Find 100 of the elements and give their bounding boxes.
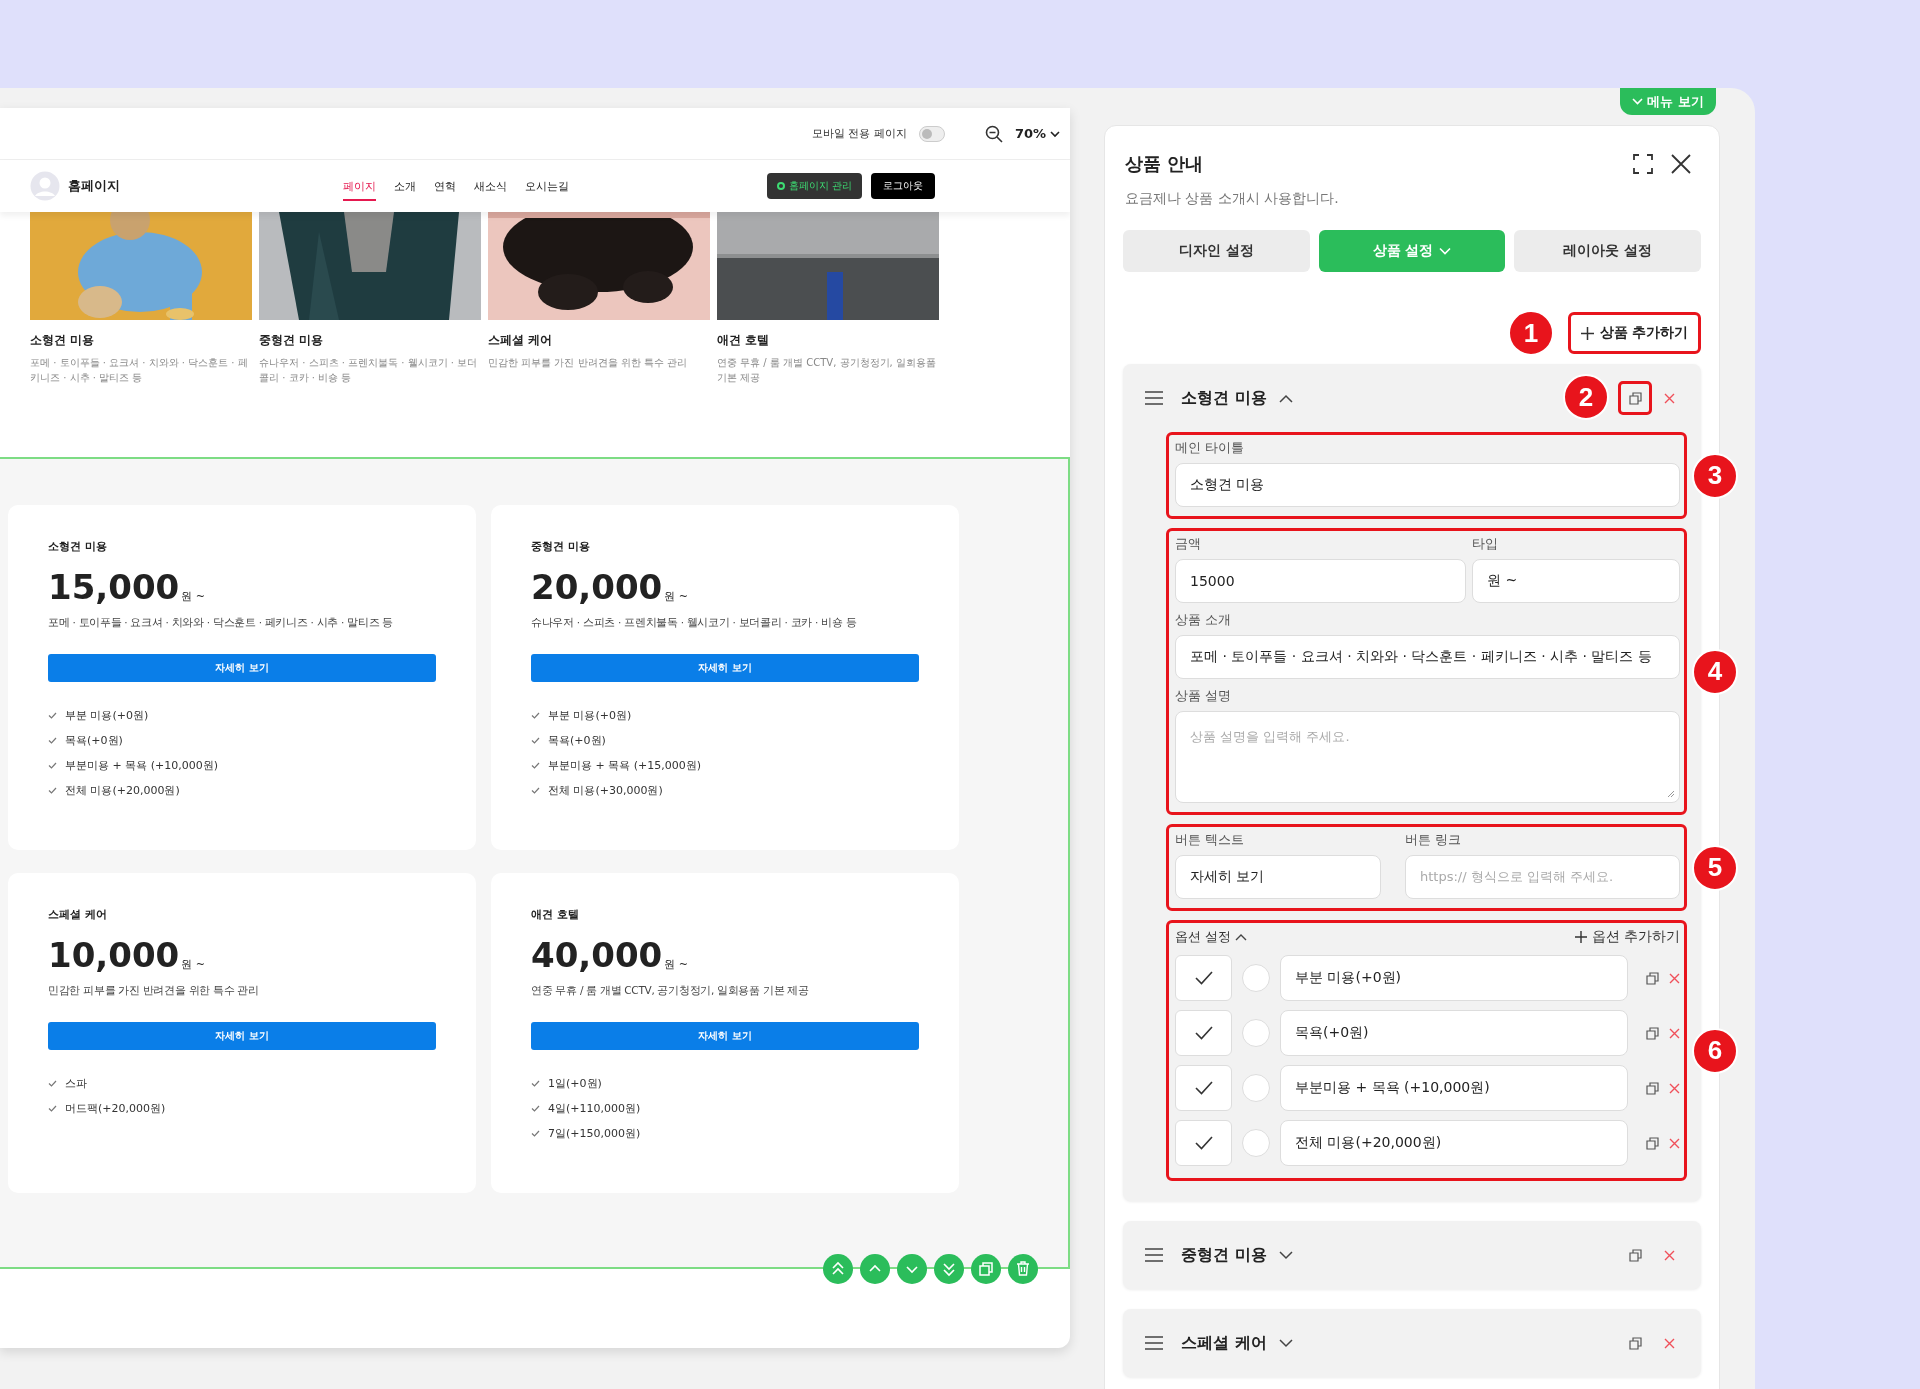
card-description: 포메 · 토이푸들 · 요크셔 · 치와와 · 닥스훈트 · 페키니즈 · 시추 · 말티즈 등 <box>48 616 395 630</box>
nav-item[interactable]: 페이지 <box>343 171 376 201</box>
check-icon <box>1194 1081 1213 1095</box>
zoom-out-icon[interactable] <box>984 124 1003 143</box>
copy-icon[interactable] <box>1646 1026 1659 1040</box>
option-text: 부분미용 + 목욕 (+15,000원) <box>548 758 701 773</box>
check-icon <box>48 712 57 719</box>
nav-item[interactable]: 새소식 <box>474 171 507 201</box>
copy-icon[interactable] <box>971 1254 1001 1284</box>
field-label: 버튼 텍스트 <box>1175 831 1246 849</box>
delete-icon[interactable] <box>1669 1137 1680 1149</box>
delete-icon[interactable] <box>1664 1249 1675 1261</box>
annotation-badge: 6 <box>1692 1027 1738 1074</box>
intro-input[interactable]: 포메 · 토이푸들 · 요크셔 · 치와와 · 닥스훈트 · 페키니즈 · 시추 · 말티즈 등 <box>1175 635 1680 679</box>
move-top-icon[interactable] <box>823 1254 853 1284</box>
details-button[interactable]: 자세히 보기 <box>48 654 436 682</box>
option-input[interactable]: 전체 미용(+20,000원) <box>1280 1120 1628 1166</box>
price: 10,000 <box>48 938 180 972</box>
settings-tab[interactable]: 디자인 설정 <box>1123 230 1310 272</box>
drag-handle-icon[interactable] <box>1145 1248 1163 1262</box>
title-input[interactable]: 소형견 미용 <box>1175 463 1680 507</box>
card-description: 민감한 피부를 가진 반려견을 위한 특수 관리 <box>48 984 260 998</box>
copy-icon[interactable] <box>1646 1136 1659 1150</box>
nav-item[interactable]: 오시는길 <box>525 171 569 201</box>
options-label: 옵션 설정 <box>1175 928 1232 946</box>
add-product-button[interactable]: 상품 추가하기 <box>1568 312 1701 354</box>
checkbox[interactable] <box>1175 1010 1232 1056</box>
delete-icon[interactable] <box>1669 972 1680 984</box>
gallery-description: 슈나우저 · 스피츠 · 프렌치불독 · 웰시코기 · 보더콜리 · 코카 · 비숑 등 <box>259 356 479 385</box>
nav-item[interactable]: 소개 <box>394 171 416 201</box>
chevron-icon[interactable] <box>1235 933 1248 941</box>
option-text: 부분미용 + 목욕 (+10,000원) <box>65 758 218 773</box>
delete-icon[interactable] <box>1664 1337 1675 1349</box>
mobile-toggle[interactable] <box>918 125 945 142</box>
annotation-badge: 3 <box>1692 452 1738 499</box>
plus-icon <box>1574 931 1587 943</box>
price-unit: 원 ~ <box>181 589 205 604</box>
price-input[interactable]: 15000 <box>1175 559 1466 603</box>
option-input[interactable]: 부분 미용(+0원) <box>1280 955 1628 1001</box>
delete-icon[interactable] <box>1669 1082 1680 1094</box>
logout-button[interactable]: 로그아웃 <box>871 173 935 199</box>
checkbox[interactable] <box>1175 1120 1232 1166</box>
price: 20,000 <box>531 570 663 604</box>
checkbox[interactable] <box>1175 955 1232 1001</box>
details-button[interactable]: 자세히 보기 <box>531 1022 919 1050</box>
option-text: 전체 미용(+30,000원) <box>548 783 663 798</box>
radio-button[interactable] <box>1242 1019 1270 1047</box>
field-label: 타입 <box>1472 535 1499 553</box>
move-down-icon[interactable] <box>897 1254 927 1284</box>
delete-icon[interactable] <box>1669 1027 1680 1039</box>
copy-icon[interactable] <box>1628 1336 1642 1350</box>
close-icon[interactable] <box>1671 154 1691 174</box>
gallery-title: 스페셜 케어 <box>488 332 554 349</box>
check-icon <box>531 737 540 744</box>
gallery-description: 민감한 피부를 가진 반려견을 위한 특수 관리 <box>488 356 689 370</box>
type-input[interactable]: 원 ~ <box>1472 559 1680 603</box>
copy-icon[interactable] <box>1628 391 1642 405</box>
details-button[interactable]: 자세히 보기 <box>48 1022 436 1050</box>
fullscreen-icon[interactable] <box>1633 154 1653 174</box>
option-text: 머드팩(+20,000원) <box>65 1101 166 1116</box>
chevron-icon[interactable] <box>1278 1250 1293 1260</box>
add-option-button[interactable]: 옵션 추가하기 <box>1574 928 1680 946</box>
radio-button[interactable] <box>1242 1129 1270 1157</box>
option-input[interactable]: 부분미용 + 목욕 (+10,000원) <box>1280 1065 1628 1111</box>
check-icon <box>48 787 57 794</box>
details-button[interactable]: 자세히 보기 <box>531 654 919 682</box>
delete-icon[interactable] <box>1664 392 1675 404</box>
item-title: 스페셜 케어 <box>1181 1332 1267 1354</box>
nav-item[interactable]: 연혁 <box>434 171 456 201</box>
move-up-icon[interactable] <box>860 1254 890 1284</box>
chevron-icon[interactable] <box>1278 393 1293 403</box>
checkbox[interactable] <box>1175 1065 1232 1111</box>
option-input[interactable]: 목욕(+0원) <box>1280 1010 1628 1056</box>
item-title: 중형견 미용 <box>1181 1244 1267 1266</box>
check-icon <box>531 1080 540 1087</box>
trash-icon[interactable] <box>1008 1254 1038 1284</box>
option-text: 7일(+150,000원) <box>548 1126 641 1141</box>
check-icon <box>1194 1136 1213 1150</box>
button-text-input[interactable]: 자세히 보기 <box>1175 855 1381 899</box>
move-bottom-icon[interactable] <box>934 1254 964 1284</box>
zoom-select[interactable]: 70% <box>1014 126 1060 141</box>
settings-tab[interactable]: 레이아웃 설정 <box>1514 230 1701 272</box>
radio-button[interactable] <box>1242 964 1270 992</box>
caret-icon <box>1632 98 1644 105</box>
drag-handle-icon[interactable] <box>1145 1336 1163 1350</box>
gallery-title: 중형견 미용 <box>259 332 325 349</box>
option-text: 목욕(+0원) <box>548 733 606 748</box>
radio-button[interactable] <box>1242 1074 1270 1102</box>
field-label: 금액 <box>1175 535 1202 553</box>
chevron-icon[interactable] <box>1278 1338 1293 1348</box>
panel-title: 상품 안내 <box>1125 152 1205 176</box>
option-text: 부분 미용(+0원) <box>65 708 149 723</box>
copy-icon[interactable] <box>1628 1248 1642 1262</box>
resize-handle-icon[interactable] <box>1667 790 1675 798</box>
manage-button[interactable]: 홈페이지 관리 <box>766 173 862 199</box>
drag-handle-icon[interactable] <box>1145 391 1163 405</box>
toggle-label: 모바일 전용 페이지 <box>811 126 907 141</box>
copy-icon[interactable] <box>1646 971 1659 985</box>
copy-icon[interactable] <box>1646 1081 1659 1095</box>
annotation-badge: 1 <box>1508 310 1554 356</box>
